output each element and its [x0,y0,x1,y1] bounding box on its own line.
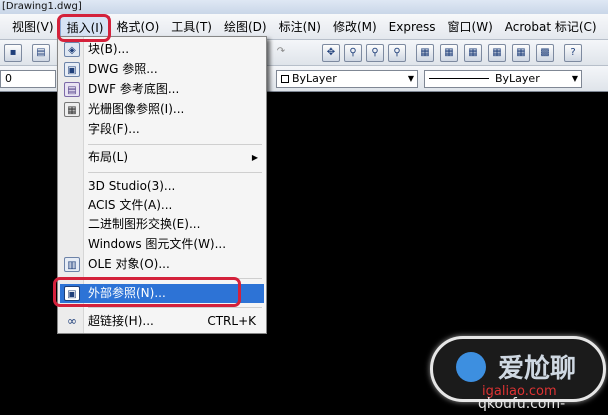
pan-icon[interactable]: ✥ [322,44,340,62]
menu-tools[interactable]: 工具(T) [165,16,218,38]
redo-icon[interactable]: ↷ [272,44,290,62]
menu-item-binary-dxf[interactable]: 二进制图形交换(E)... [60,215,264,234]
menu-separator [88,172,262,173]
menu-separator [88,144,262,145]
menu-view[interactable]: 视图(V) [0,16,60,38]
chevron-down-icon: ▼ [407,74,414,83]
menu-item-label: ACIS 文件(A)... [88,198,173,212]
color-swatch [281,75,289,83]
menu-item-label: Windows 图元文件(W)... [88,237,227,251]
sheet-set-icon[interactable]: ▦ [488,44,506,62]
menu-item-label: 3D Studio(3)... [88,179,176,193]
menu-item-shortcut: CTRL+K [207,314,256,328]
menu-express[interactable]: Express [383,16,442,38]
menu-format[interactable]: 格式(O) [110,16,165,38]
calculator-icon[interactable]: ▩ [536,44,554,62]
dwg-reference-icon: ▣ [64,62,80,77]
chevron-right-icon: ▶ [251,153,258,162]
layer-value: 0 [5,72,12,85]
raster-image-icon: ▦ [64,102,80,117]
annotation-highlight-insert-menu [57,14,111,42]
menu-item-label: OLE 对象(O)... [88,257,170,271]
menu-item-label: 超链接(H)... [88,314,154,328]
menu-window[interactable]: 窗口(W) [442,16,499,38]
menu-item-label: 二进制图形交换(E)... [88,217,201,231]
dwf-underlay-icon: ▤ [64,82,80,97]
zoom-previous-icon[interactable]: ⚲ [388,44,406,62]
menu-item-label: DWG 参照... [88,62,158,76]
zoom-window-icon[interactable]: ⚲ [366,44,384,62]
save-icon[interactable]: ▪ [4,44,22,62]
zoom-realtime-icon[interactable]: ⚲ [344,44,362,62]
properties-icon[interactable]: ▦ [416,44,434,62]
menu-item-label: 光栅图像参照(I)... [88,102,185,116]
hyperlink-icon: ∞ [67,314,77,328]
menu-item-field[interactable]: 字段(F)... [60,120,264,139]
menu-item-label: 字段(F)... [88,122,140,136]
watermark: 爱尬聊 igaliao.com qkoufu.com- [430,330,608,415]
markup-icon[interactable]: ▦ [512,44,530,62]
menu-item-dwg-reference[interactable]: ▣ DWG 参照... [60,60,264,79]
menu-item-ole-object[interactable]: ▥ OLE 对象(O)... [60,255,264,274]
menu-item-raster-image[interactable]: ▦ 光栅图像参照(I)... [60,100,264,119]
menu-item-block[interactable]: ◈ 块(B)... [60,40,264,59]
tool-palettes-icon[interactable]: ▦ [464,44,482,62]
menu-item-acis-file[interactable]: ACIS 文件(A)... [60,196,264,215]
menu-acrobat-markup[interactable]: Acrobat 标记(C) [499,16,603,38]
menu-item-3d-studio[interactable]: 3D Studio(3)... [60,177,264,196]
menu-item-label: DWF 参考底图... [88,82,180,96]
layer-combo[interactable]: 0 [0,70,56,88]
linetype-preview [429,78,489,79]
menu-dimension[interactable]: 标注(N) [273,16,327,38]
color-value: ByLayer [292,72,337,85]
menu-item-label: 布局(L) [88,150,129,164]
watermark-logo-text: 爱尬聊 [498,354,577,384]
watermark-extra: qkoufu.com- [478,396,566,412]
menu-item-dwf-underlay[interactable]: ▤ DWF 参考底图... [60,80,264,99]
menu-item-label: 块(B)... [88,42,130,56]
chevron-down-icon: ▼ [571,74,578,83]
menu-separator [88,307,262,308]
watermark-logo-icon [456,352,486,382]
design-center-icon[interactable]: ▦ [440,44,458,62]
color-combo[interactable]: ByLayer ▼ [276,70,418,88]
block-icon: ◈ [64,42,80,57]
menu-modify[interactable]: 修改(M) [327,16,383,38]
menu-item-windows-metafile[interactable]: Windows 图元文件(W)... [60,235,264,254]
ole-object-icon: ▥ [64,257,80,272]
menu-draw[interactable]: 绘图(D) [218,16,273,38]
menu-item-hyperlink[interactable]: ∞ 超链接(H)... CTRL+K [60,312,264,331]
print-icon[interactable]: ▤ [32,44,50,62]
annotation-highlight-xref-item [53,277,241,307]
linetype-combo[interactable]: ByLayer ▼ [424,70,582,88]
menu-item-layout[interactable]: 布局(L) ▶ [60,148,264,167]
window-title: [Drawing1.dwg] [0,0,608,14]
help-icon[interactable]: ? [564,44,582,62]
linetype-value: ByLayer [495,72,540,85]
